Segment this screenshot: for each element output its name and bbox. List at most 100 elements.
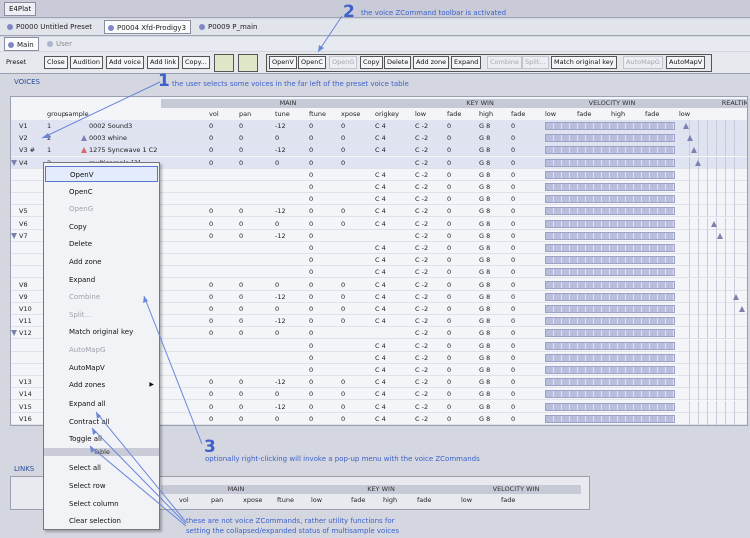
column-header[interactable]: high xyxy=(611,110,625,118)
voice-row[interactable]: V3 # 1 1275 Syncwave 1 C2 0 0 -12 0 0 C 4 C -2 0 G … xyxy=(11,144,747,157)
velocity-bar[interactable] xyxy=(545,366,675,374)
velocity-bar[interactable] xyxy=(545,317,675,326)
menu-item[interactable]: Split... xyxy=(45,307,158,323)
menu-item[interactable]: Clear selection xyxy=(45,513,158,529)
links-column-header[interactable]: vol xyxy=(179,496,189,504)
velocity-bar[interactable] xyxy=(545,207,675,216)
voice-toolbar-button[interactable]: OpenC xyxy=(298,56,326,69)
velocity-bar[interactable] xyxy=(545,219,675,228)
preset-tab-2[interactable]: P0009 P_main xyxy=(196,20,261,34)
column-header[interactable]: low xyxy=(679,110,690,118)
column-header[interactable]: xpose xyxy=(341,110,360,118)
links-column-header[interactable]: fade xyxy=(417,496,431,504)
column-header[interactable]: group xyxy=(47,110,66,118)
column-header[interactable]: low xyxy=(545,110,556,118)
menu-item[interactable]: Add zones ▶ xyxy=(45,377,158,393)
voice-toolbar-button[interactable]: Expand xyxy=(451,56,482,69)
velocity-bar[interactable] xyxy=(545,122,675,130)
menu-item[interactable]: Select row xyxy=(45,478,158,494)
velocity-bar[interactable] xyxy=(545,134,675,143)
app-title-tab[interactable]: E4Plat xyxy=(4,2,37,16)
column-header[interactable]: fade xyxy=(577,110,591,118)
velocity-bar[interactable] xyxy=(545,305,675,313)
menu-item[interactable]: Combine xyxy=(45,289,158,305)
velocity-bar[interactable] xyxy=(545,244,675,252)
tab-main[interactable]: Main xyxy=(4,37,39,51)
velocity-bar[interactable] xyxy=(545,329,675,338)
menu-item[interactable]: Copy xyxy=(45,219,158,235)
menu-item[interactable]: AutoMapG xyxy=(45,342,158,358)
menu-item[interactable]: OpenV xyxy=(45,166,158,182)
voice-row[interactable]: V2 2 0003 whine 0 0 0 0 0 C 4 C -2 0 G 8 0 xyxy=(11,132,747,145)
links-column-header[interactable]: fade xyxy=(351,496,365,504)
menu-item[interactable]: Delete xyxy=(45,236,158,252)
menu-item[interactable]: Toggle all xyxy=(45,431,158,447)
voice-toolbar-button[interactable]: OpenG xyxy=(329,56,358,69)
column-header[interactable]: fade xyxy=(511,110,525,118)
menu-item[interactable]: Add zone xyxy=(45,254,158,270)
menu-item[interactable]: AutoMapV xyxy=(45,360,158,376)
velocity-bar[interactable] xyxy=(545,231,675,240)
voice-toolbar-button[interactable]: AutoMapV xyxy=(666,56,706,69)
voice-toolbar-button[interactable]: Copy xyxy=(360,56,383,69)
cube-icon[interactable] xyxy=(214,54,234,72)
menu-item[interactable]: Contract all xyxy=(45,414,158,430)
links-column-header[interactable]: low xyxy=(461,496,472,504)
column-header[interactable]: ftune xyxy=(309,110,326,118)
voice-toolbar-button[interactable]: Add zone xyxy=(413,56,450,69)
velocity-bar[interactable] xyxy=(545,414,675,423)
column-header[interactable]: origkey xyxy=(375,110,399,118)
preset-tab-0[interactable]: P0000 Untitled Preset xyxy=(4,20,96,34)
menu-item[interactable]: Select all xyxy=(45,460,158,476)
column-header[interactable]: low xyxy=(415,110,426,118)
velocity-bar[interactable] xyxy=(545,256,675,265)
velocity-bar[interactable] xyxy=(545,378,675,387)
toolbar-button[interactable]: Close xyxy=(44,56,68,69)
toolbar-button[interactable]: Copy... xyxy=(182,56,210,69)
column-header[interactable]: sample xyxy=(65,110,89,118)
velocity-bar[interactable] xyxy=(545,195,675,204)
voice-toolbar-button[interactable]: OpenV xyxy=(269,56,297,69)
links-column-header[interactable]: fade xyxy=(501,496,515,504)
menu-item[interactable]: OpenG xyxy=(45,201,158,217)
collapse-toggle-icon[interactable] xyxy=(11,330,17,337)
tab-user[interactable]: User xyxy=(44,37,76,51)
voice-toolbar-button[interactable]: Match original key xyxy=(551,56,617,69)
links-column-header[interactable]: xpose xyxy=(243,496,262,504)
velocity-bar[interactable] xyxy=(545,353,675,362)
voice-toolbar-button[interactable]: AutoMapG xyxy=(623,56,663,69)
voice-row[interactable]: V1 1 0002 Sound3 0 0 -12 0 0 C 4 C -2 0 G 8 0 xyxy=(11,120,747,132)
voice-toolbar-button[interactable]: Delete xyxy=(384,56,412,69)
voice-toolbar-button[interactable]: Combine xyxy=(487,56,522,69)
links-column-header[interactable]: pan xyxy=(211,496,223,504)
velocity-bar[interactable] xyxy=(545,170,675,179)
velocity-bar[interactable] xyxy=(545,292,675,301)
column-header[interactable]: fade xyxy=(645,110,659,118)
collapse-toggle-icon[interactable] xyxy=(11,232,17,239)
column-header[interactable]: tune xyxy=(275,110,290,118)
menu-item[interactable]: OpenC xyxy=(45,184,158,200)
velocity-bar[interactable] xyxy=(545,268,675,277)
toolbar-button[interactable]: Audition xyxy=(70,56,103,69)
velocity-bar[interactable] xyxy=(545,341,675,350)
velocity-bar[interactable] xyxy=(545,402,675,411)
column-header[interactable]: high xyxy=(479,110,493,118)
menu-item[interactable]: Select column xyxy=(45,496,158,512)
velocity-bar[interactable] xyxy=(545,280,675,289)
column-header[interactable]: pan xyxy=(239,110,251,118)
links-column-header[interactable]: ftune xyxy=(277,496,294,504)
toolbar-button[interactable]: Add link xyxy=(147,56,180,69)
menu-item[interactable]: Match original key xyxy=(45,324,158,340)
column-header[interactable]: fade xyxy=(447,110,461,118)
velocity-bar[interactable] xyxy=(545,183,675,191)
column-header[interactable]: vol xyxy=(209,110,219,118)
menu-item[interactable]: Expand all xyxy=(45,396,158,412)
velocity-bar[interactable] xyxy=(545,390,675,399)
links-column-header[interactable]: high xyxy=(383,496,397,504)
velocity-bar[interactable] xyxy=(545,158,675,167)
menu-item[interactable]: Expand xyxy=(45,272,158,288)
voice-toolbar-button[interactable]: Split... xyxy=(522,56,549,69)
toolbar-button[interactable]: Add voice xyxy=(106,56,144,69)
collapse-toggle-icon[interactable] xyxy=(11,159,17,166)
preset-tab-1[interactable]: P0004 Xfd-Prodigy3 xyxy=(104,20,192,34)
